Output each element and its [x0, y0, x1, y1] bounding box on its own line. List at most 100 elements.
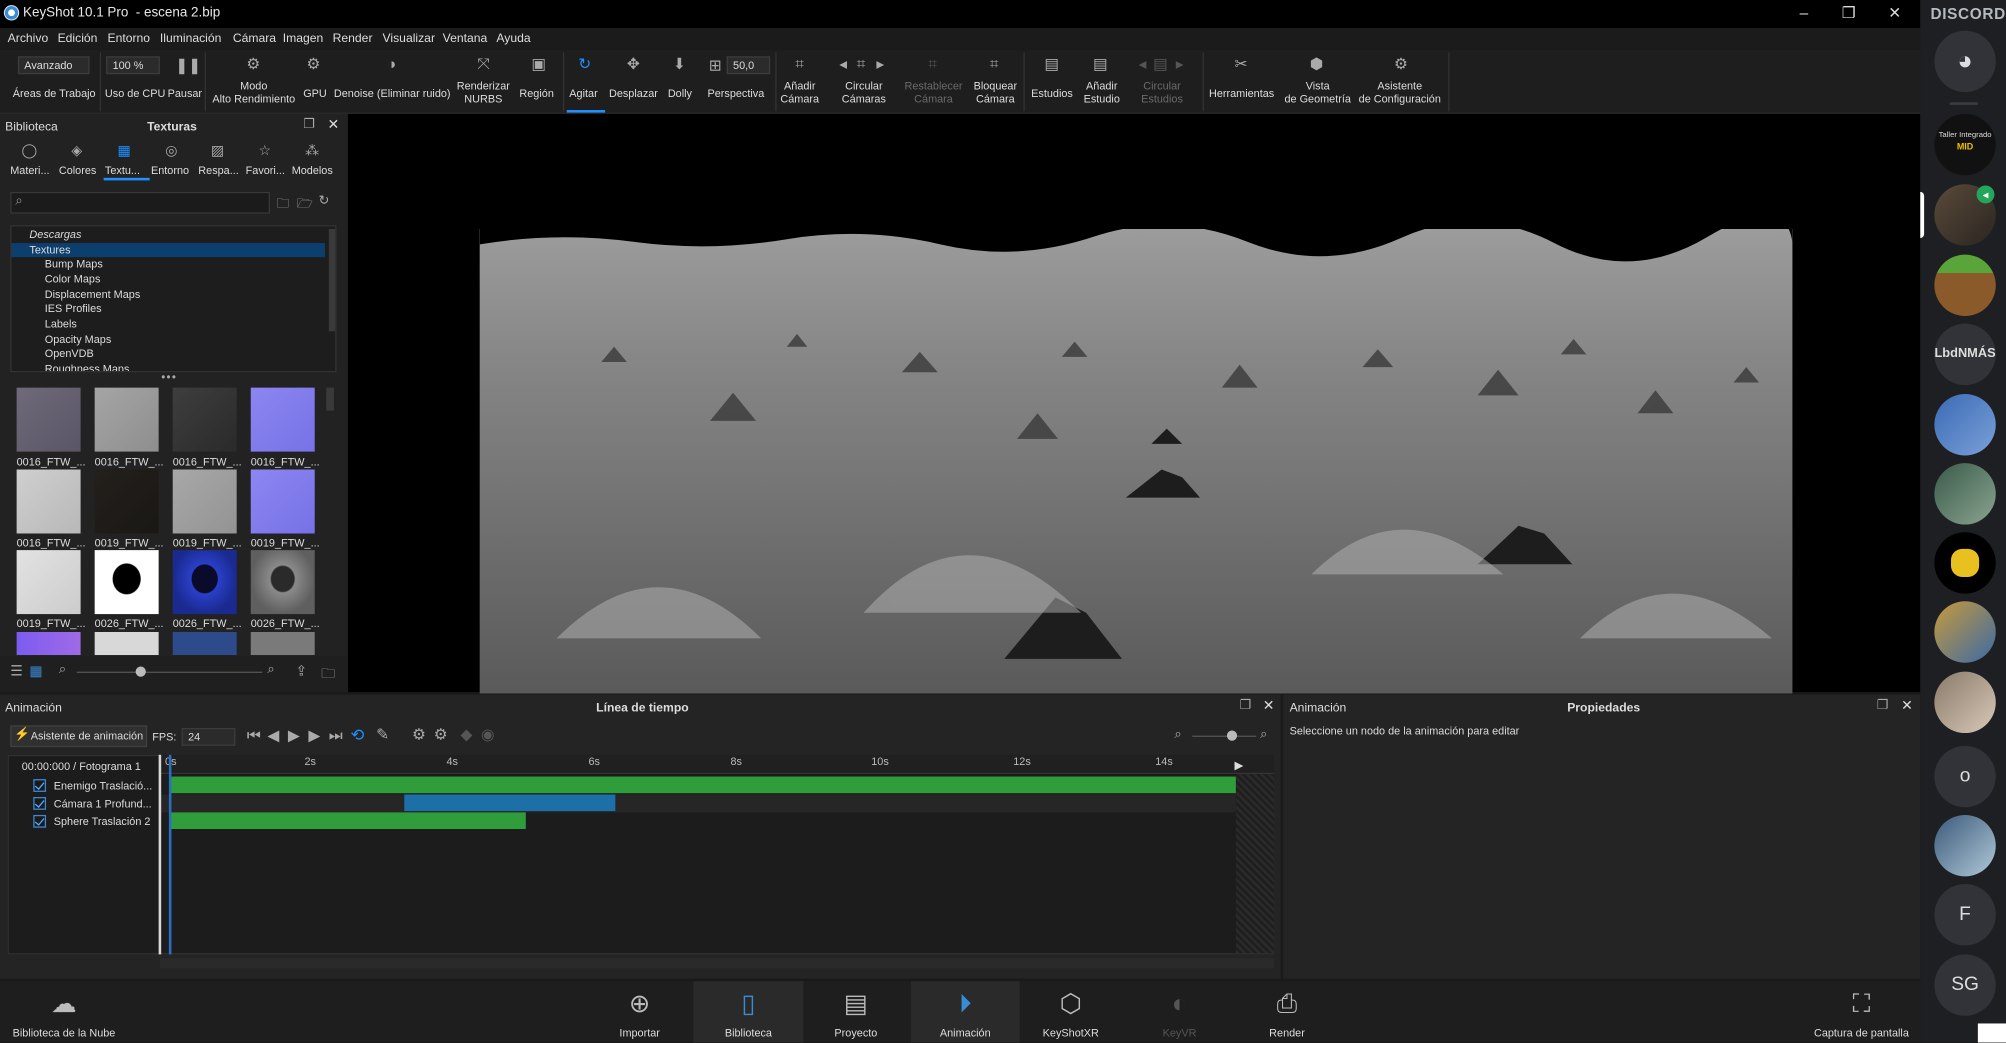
studios-button[interactable]: Estudios	[1031, 87, 1073, 100]
texture-thumbnail[interactable]	[94, 550, 159, 615]
track-visibility-checkbox[interactable]	[33, 814, 47, 828]
tab-materials[interactable]: Materi...	[10, 164, 49, 177]
thumbnail-scrollbar[interactable]	[326, 387, 334, 411]
tab-favorites[interactable]: Favori...	[246, 164, 285, 177]
texture-thumbnail[interactable]	[172, 550, 237, 615]
timeline-zoom-slider[interactable]	[1192, 735, 1257, 737]
menu-imagen[interactable]: Imagen	[283, 32, 324, 46]
server-avatar[interactable]	[1934, 463, 1996, 525]
menu-archivo[interactable]: Archivo	[8, 32, 49, 46]
shake-button[interactable]: Agitar	[569, 87, 597, 100]
menu-edicion[interactable]: Edición	[58, 32, 98, 46]
discord-home-icon[interactable]: ◕	[1934, 30, 1996, 93]
gpu-button[interactable]: GPU	[303, 87, 327, 100]
slider-handle[interactable]	[135, 666, 146, 677]
workspace-dropdown[interactable]: Avanzado	[17, 56, 90, 75]
denoise-button[interactable]: Denoise (Eliminar ruido)	[334, 87, 451, 100]
enemy-translation-bar[interactable]	[170, 776, 1236, 794]
timeline-zoom-handle[interactable]	[1226, 730, 1238, 741]
splitter-handle[interactable]: •••	[161, 371, 177, 384]
texture-thumbnail[interactable]	[250, 469, 315, 534]
menu-visualizar[interactable]: Visualizar	[383, 32, 435, 46]
animation-wizard-button[interactable]: Asistente de animación	[10, 725, 148, 748]
tree-item-descargas[interactable]: Descargas	[12, 228, 325, 242]
server-avatar[interactable]	[1934, 814, 1996, 877]
dolly-button[interactable]: Dolly	[668, 87, 692, 100]
pause-button[interactable]: Pausar	[168, 87, 202, 100]
tree-item-ies-profiles[interactable]: IES Profiles	[12, 302, 325, 316]
tree-scrollbar[interactable]	[328, 229, 336, 332]
prev-studio-icon[interactable]: ◂	[1133, 55, 1151, 73]
project-button[interactable]: ▤ Proyecto	[816, 981, 895, 1042]
add-studio-button[interactable]: Añadir Estudio	[1084, 79, 1120, 105]
menu-entorno[interactable]: Entorno	[107, 32, 150, 46]
timeline-zoom-out-icon[interactable]: ⌕	[1174, 728, 1181, 742]
refresh-icon[interactable]: ↻	[319, 194, 330, 208]
menu-render[interactable]: Render	[333, 32, 373, 46]
track-row[interactable]: Sphere Traslación 2	[10, 812, 160, 830]
step-back-icon[interactable]: ◀	[267, 727, 279, 745]
lock-camera-button[interactable]: Bloquear Cámara	[974, 79, 1018, 105]
step-forward-icon[interactable]: ▶	[308, 727, 320, 745]
high-performance-button[interactable]: Modo Alto Rendimiento	[212, 79, 295, 105]
texture-thumbnail[interactable]	[94, 387, 159, 452]
restore-icon[interactable]: ❐	[1836, 3, 1862, 23]
track-visibility-checkbox[interactable]	[33, 779, 47, 792]
loop-icon[interactable]: ⟲	[351, 725, 365, 745]
cloud-library-button[interactable]: ☁ Biblioteca de la Nube	[5, 981, 123, 1042]
library-search-input[interactable]: ⌕	[10, 191, 270, 214]
thumbnail-size-slider[interactable]	[76, 671, 263, 673]
cycle-studios-button[interactable]: Circular Estudios	[1141, 79, 1183, 105]
import-button[interactable]: ⊕ Importar	[601, 981, 678, 1042]
keyvr-button[interactable]: ◐ KeyVR	[1142, 981, 1216, 1042]
server-f[interactable]: F	[1934, 884, 1996, 946]
tab-textures[interactable]: Textu...	[105, 164, 140, 177]
play-icon[interactable]: ▶	[288, 727, 300, 745]
texture-thumbnail[interactable]	[94, 631, 159, 656]
render-button[interactable]: ⎙ Render	[1249, 981, 1326, 1042]
undock-icon[interactable]: ❐	[303, 118, 314, 132]
menu-camara[interactable]: Cámara	[233, 32, 276, 46]
menu-ayuda[interactable]: Ayuda	[496, 32, 530, 46]
server-avatar[interactable]	[1934, 601, 1996, 663]
folder-icon[interactable]: 🗀	[276, 194, 289, 216]
perspective-input[interactable]: 50,0	[726, 56, 771, 75]
fps-dropdown[interactable]: 24	[181, 727, 236, 746]
server-avatar[interactable]	[1934, 394, 1996, 456]
render-nurbs-button[interactable]: Renderizar NURBS	[457, 79, 510, 105]
undock-icon[interactable]: ❐	[1240, 699, 1251, 713]
animation-button[interactable]: ⏵ Animación	[910, 981, 1020, 1043]
texture-thumbnail[interactable]	[250, 387, 315, 452]
geometry-view-button[interactable]: Vista de Geometría	[1284, 79, 1351, 105]
tree-item-color-maps[interactable]: Color Maps	[12, 272, 325, 286]
tree-item-openvdb[interactable]: OpenVDB	[12, 347, 325, 361]
server-lbdnmas[interactable]: LbdNMÁS	[1934, 323, 1996, 386]
camera-depth-bar[interactable]	[404, 794, 616, 812]
time-ruler[interactable]	[159, 754, 1275, 774]
list-view-icon[interactable]: ☰	[10, 663, 23, 679]
texture-thumbnail[interactable]	[172, 469, 237, 534]
keyshotxr-button[interactable]: ⬡ KeyShotXR	[1031, 981, 1110, 1042]
timeline-scrollbar[interactable]	[159, 958, 1275, 969]
tree-item-bump-maps[interactable]: Bump Maps	[12, 257, 325, 271]
grid-view-icon[interactable]: ▦	[29, 663, 42, 679]
menu-ventana[interactable]: Ventana	[443, 32, 488, 46]
server-o[interactable]: o	[1934, 745, 1996, 808]
close-icon[interactable]: ✕	[1882, 3, 1908, 23]
panel-close-icon[interactable]: ✕	[1901, 697, 1913, 714]
tree-item-opacity-maps[interactable]: Opacity Maps	[12, 333, 325, 347]
undock-icon[interactable]: ❐	[1877, 699, 1888, 713]
tab-colors[interactable]: Colores	[59, 164, 96, 177]
prev-camera-icon[interactable]: ◂	[834, 55, 852, 73]
brush-icon[interactable]: ✎	[376, 725, 389, 743]
texture-thumbnail[interactable]	[94, 469, 159, 534]
config-wizard-button[interactable]: Asistente de Configuración	[1359, 79, 1441, 105]
add-folder-icon[interactable]: 🗀	[321, 663, 335, 687]
panel-close-icon[interactable]: ✕	[328, 116, 340, 133]
rendered-terrain-image[interactable]	[479, 229, 1793, 694]
server-avatar[interactable]	[1934, 532, 1996, 594]
tab-environment[interactable]: Entorno	[151, 164, 189, 177]
cycle-cameras-button[interactable]: Circular Cámaras	[842, 79, 886, 105]
tools-button[interactable]: Herramientas	[1209, 87, 1274, 100]
track-visibility-checkbox[interactable]	[33, 797, 47, 810]
